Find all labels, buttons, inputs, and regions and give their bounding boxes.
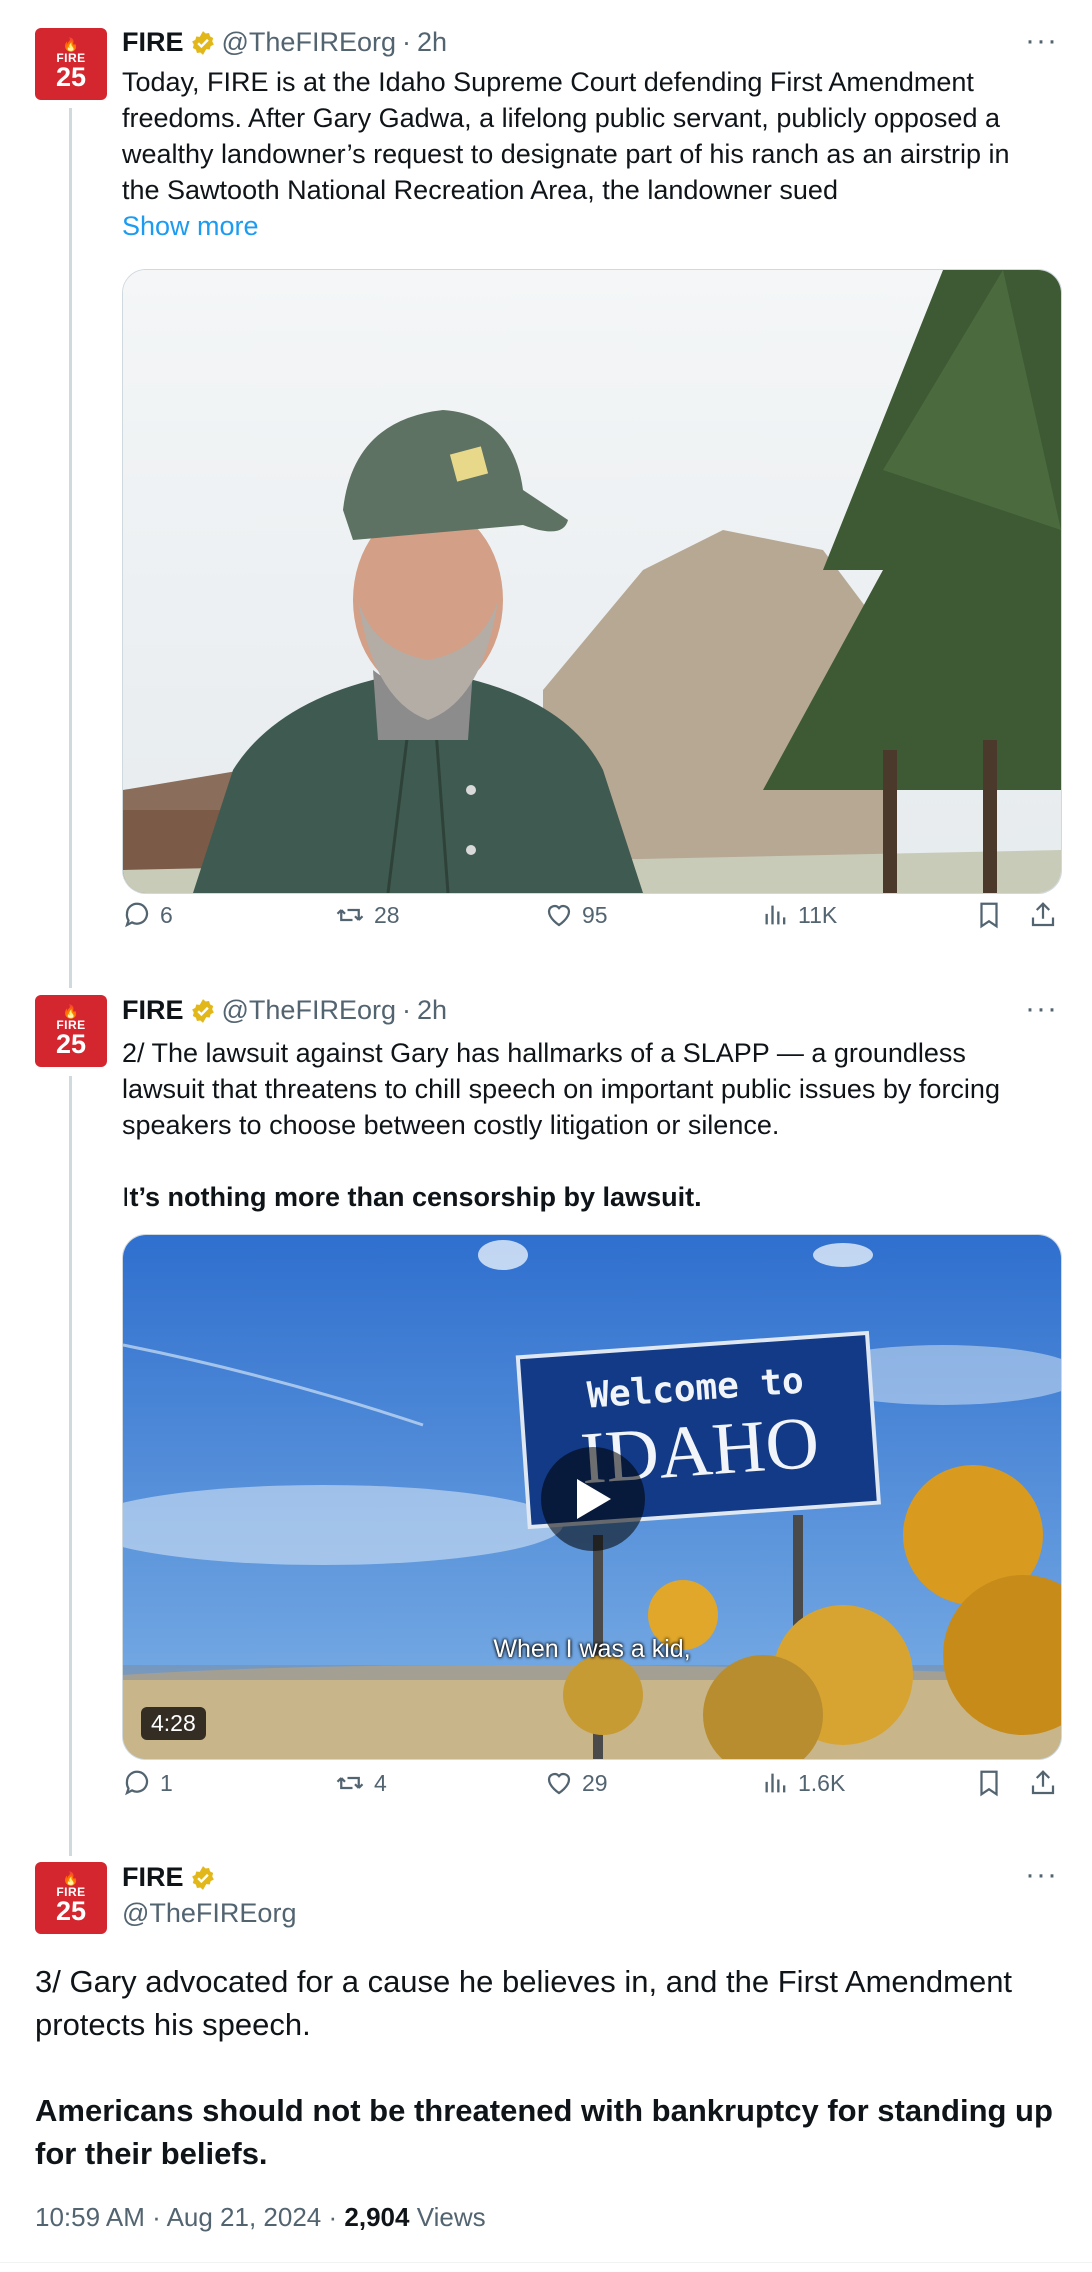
author-handle-row: @TheFIREorg: [122, 1898, 296, 1929]
views-button[interactable]: 11K: [762, 900, 837, 930]
views-button[interactable]: 1.6K: [762, 1768, 845, 1798]
analytics-icon: [765, 1773, 786, 1793]
repost-icon: [336, 1776, 364, 1790]
video-caption: When I was a kid,: [493, 1635, 691, 1663]
repost-icon: [336, 908, 364, 922]
separator: ·: [401, 27, 411, 57]
timestamp[interactable]: 2h: [417, 995, 447, 1026]
more-options-button[interactable]: ···: [1025, 992, 1058, 1026]
bookmark-button[interactable]: [974, 900, 1012, 930]
video-duration: 4:28: [141, 1707, 206, 1740]
views-count: 2,904: [344, 2202, 410, 2232]
tweet-actions: 6 28 95 11K: [122, 900, 1060, 940]
reply-icon: [125, 902, 149, 928]
tweet-text: Today, FIRE is at the Idaho Supreme Cour…: [122, 67, 1010, 241]
flame-icon: 🔥: [62, 1870, 80, 1886]
play-button[interactable]: [541, 1447, 645, 1551]
handle[interactable]: @TheFIREorg: [122, 1898, 296, 1929]
reply-icon: [125, 1770, 149, 1796]
timestamp[interactable]: 2h: [417, 27, 447, 58]
display-name[interactable]: FIRE: [122, 1862, 184, 1893]
share-button[interactable]: [1028, 900, 1066, 930]
avatar[interactable]: 🔥 FIRE 25: [35, 28, 107, 100]
post-date[interactable]: Aug 21, 2024: [167, 2202, 322, 2232]
tweet-header: FIRE @TheFIREorg · 2h: [122, 27, 447, 58]
tweet-header: FIRE @TheFIREorg · 2h: [122, 995, 447, 1026]
like-button[interactable]: 95: [544, 900, 608, 930]
tweet-photo[interactable]: [122, 269, 1062, 894]
flame-icon: 🔥: [62, 1003, 80, 1019]
show-more-link[interactable]: Show more: [122, 211, 259, 241]
views-label: Views: [416, 2202, 486, 2232]
tweet-actions: 1 4 29 1.6K: [122, 1768, 1060, 1808]
analytics-icon: [765, 905, 786, 925]
thread-connector: [69, 108, 72, 988]
like-button[interactable]: 29: [544, 1768, 608, 1798]
handle[interactable]: @TheFIREorg: [222, 27, 396, 58]
verified-badge-icon[interactable]: [190, 30, 216, 56]
verified-badge-icon[interactable]: [190, 998, 216, 1024]
heart-icon: [547, 904, 571, 927]
repost-button[interactable]: 4: [334, 1768, 387, 1798]
share-button[interactable]: [1028, 1768, 1066, 1798]
repost-button[interactable]: 28: [334, 900, 400, 930]
bookmark-button[interactable]: [974, 1768, 1012, 1798]
bookmark-icon: [980, 902, 998, 929]
more-options-button[interactable]: ···: [1025, 1858, 1058, 1892]
author-name-row: FIRE: [122, 1862, 222, 1893]
post-time[interactable]: 10:59 AM: [35, 2202, 145, 2232]
avatar[interactable]: 🔥 FIRE 25: [35, 1862, 107, 1934]
reply-button[interactable]: 6: [122, 900, 173, 930]
thread-connector: [69, 1076, 72, 1856]
tweet-video[interactable]: Welcome to IDAHO When I was a kid, 4:28: [122, 1234, 1062, 1760]
photo-of-smiling-man-icon: [123, 270, 1061, 893]
handle[interactable]: @TheFIREorg: [222, 995, 396, 1026]
tweet-text: 2/ The lawsuit against Gary has hallmark…: [122, 1038, 1000, 1212]
separator: ·: [401, 995, 411, 1025]
share-icon: [1031, 902, 1055, 927]
display-name[interactable]: FIRE: [122, 27, 184, 58]
heart-icon: [547, 1772, 571, 1795]
display-name[interactable]: FIRE: [122, 995, 184, 1026]
tweet-meta: 10:59 AM · Aug 21, 2024 · 2,904 Views: [35, 2202, 486, 2232]
bookmark-icon: [980, 1770, 998, 1797]
verified-badge-icon[interactable]: [190, 1865, 216, 1891]
play-icon: [577, 1479, 611, 1519]
reply-button[interactable]: 1: [122, 1768, 173, 1798]
flame-icon: 🔥: [62, 36, 80, 52]
tweet-text: 3/ Gary advocated for a cause he believe…: [35, 1964, 1053, 2171]
avatar[interactable]: 🔥 FIRE 25: [35, 995, 107, 1067]
more-options-button[interactable]: ···: [1025, 24, 1058, 58]
share-icon: [1031, 1770, 1055, 1795]
divider: [0, 2262, 1092, 2263]
